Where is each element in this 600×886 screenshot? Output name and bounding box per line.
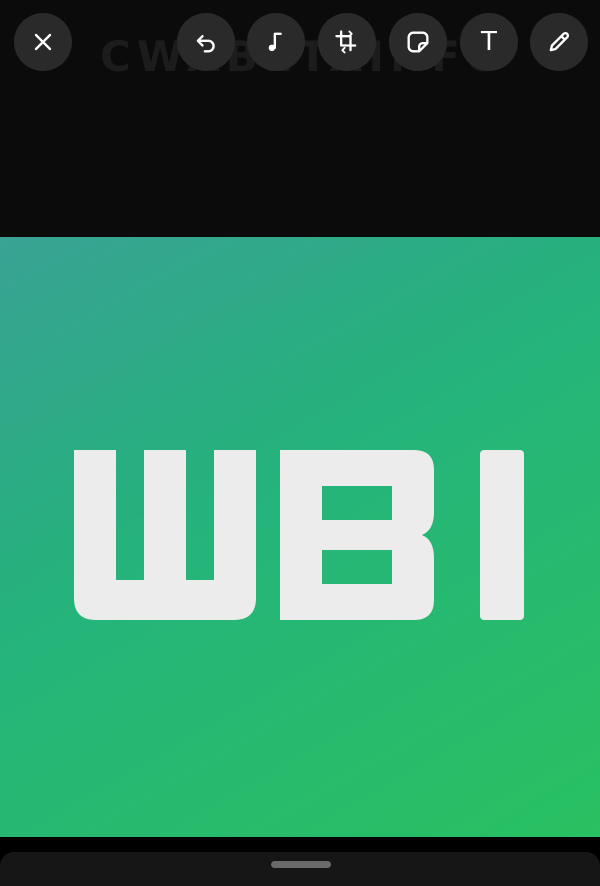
bottom-sheet[interactable] [0, 852, 600, 886]
crop-rotate-icon [335, 30, 357, 54]
crop-rotate-button[interactable] [318, 13, 376, 71]
pencil-icon [549, 32, 569, 52]
undo-icon [196, 35, 215, 53]
text-button[interactable]: T [460, 13, 518, 71]
music-note-icon [268, 32, 282, 52]
draw-button[interactable] [530, 13, 588, 71]
close-button[interactable] [14, 13, 72, 71]
text-tool-label: T [481, 27, 497, 57]
sticker-icon [407, 31, 429, 53]
media-editor-screen: CWABETAINFO T [0, 0, 600, 886]
music-button[interactable] [247, 13, 305, 71]
wbi-logo [74, 450, 524, 620]
close-icon [34, 33, 52, 51]
image-canvas[interactable] [0, 237, 600, 837]
sticker-button[interactable] [389, 13, 447, 71]
drag-handle[interactable] [271, 861, 331, 868]
undo-button[interactable] [177, 13, 235, 71]
